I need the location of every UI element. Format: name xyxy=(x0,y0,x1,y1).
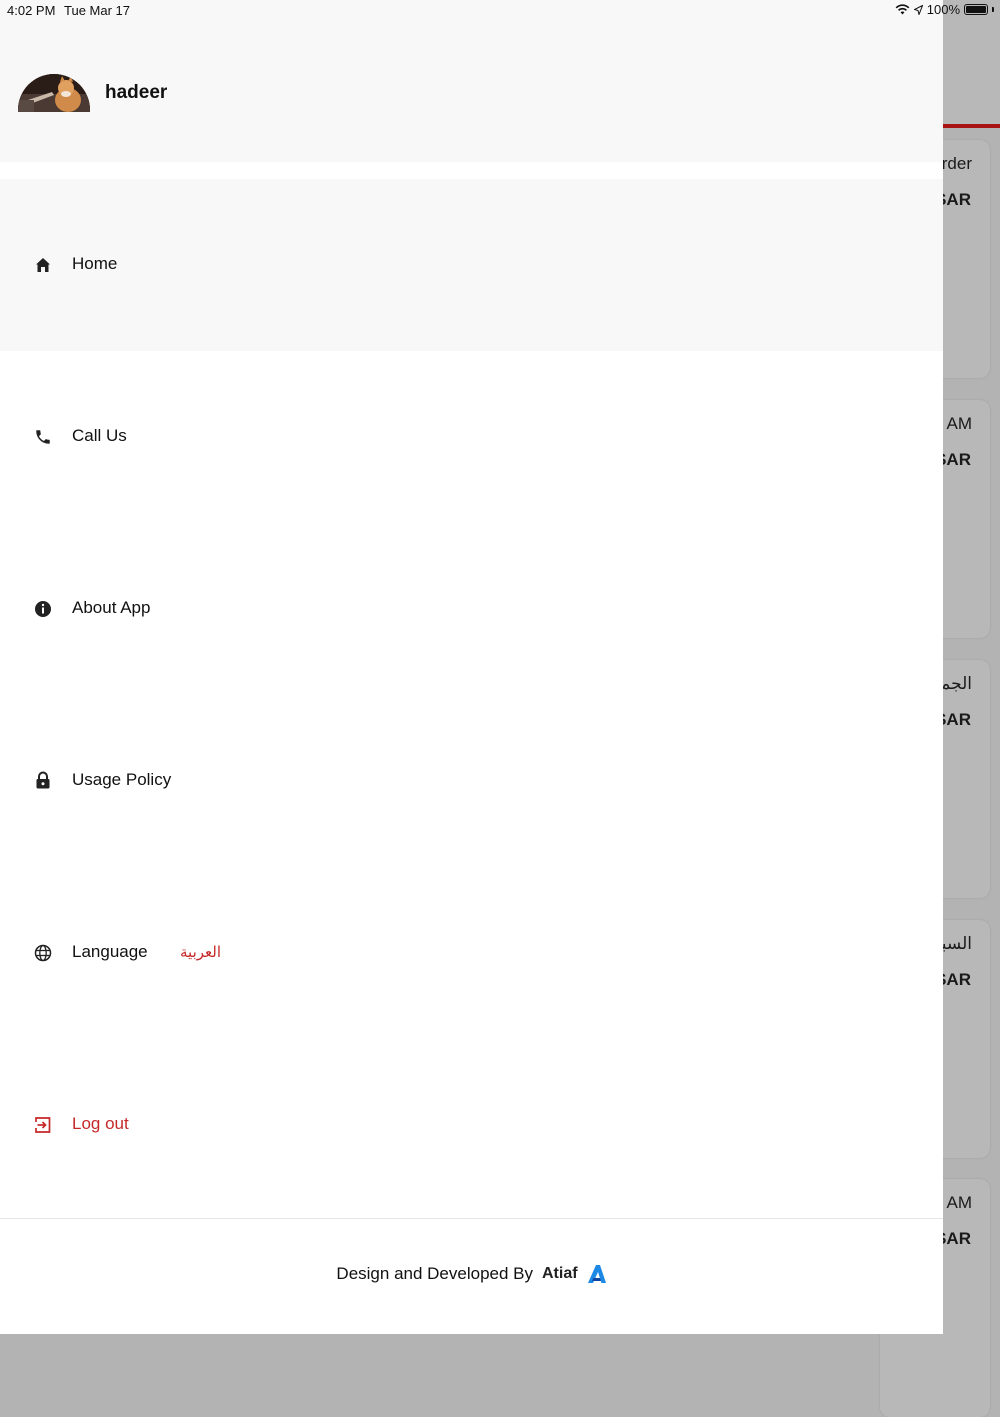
menu-item-language[interactable]: Language العربية xyxy=(0,867,943,1039)
status-bar: 4:02 PM Tue Mar 17 100% xyxy=(0,0,1000,22)
info-icon xyxy=(34,600,52,618)
battery-percent: 100% xyxy=(926,2,960,17)
menu-label-call-us: Call Us xyxy=(72,426,127,445)
menu-label-logout: Log out xyxy=(72,1114,129,1133)
status-indicators: 100% xyxy=(895,2,994,17)
menu-item-about-app[interactable]: About App xyxy=(0,523,943,695)
globe-icon xyxy=(34,944,52,962)
background-card-title: rder xyxy=(941,154,972,173)
phone-icon xyxy=(34,428,52,446)
battery-nub xyxy=(992,7,994,12)
footer-divider xyxy=(0,1218,943,1219)
status-time: 4:02 PM xyxy=(7,3,56,18)
battery-icon xyxy=(964,4,988,15)
background-card-title: AM xyxy=(946,414,973,433)
drawer-header: hadeer xyxy=(0,0,943,162)
home-icon xyxy=(34,256,52,274)
atiaf-logo-icon xyxy=(587,1264,607,1284)
menu-label-usage-policy: Usage Policy xyxy=(72,770,172,789)
status-date: Tue Mar 17 xyxy=(64,3,130,18)
language-switch-value[interactable]: العربية xyxy=(180,943,221,961)
footer-brand-name[interactable]: Atiaf xyxy=(542,1265,578,1283)
menu-label-language: Language xyxy=(72,942,148,961)
wifi-icon xyxy=(895,4,910,15)
menu-item-home[interactable]: Home xyxy=(0,179,943,351)
menu-label-home: Home xyxy=(72,254,118,273)
drawer-footer: Design and Developed By Atiaf xyxy=(0,1260,943,1288)
menu-label-about-app: About App xyxy=(72,598,151,617)
user-name: hadeer xyxy=(105,82,168,103)
location-arrow-icon xyxy=(913,4,923,15)
footer-credit-text: Design and Developed By xyxy=(336,1264,533,1283)
logout-icon xyxy=(34,1116,52,1134)
menu-item-usage-policy[interactable]: Usage Policy xyxy=(0,695,943,867)
lock-icon xyxy=(34,771,52,789)
background-card-title: AM xyxy=(946,1193,973,1212)
menu-item-call-us[interactable]: Call Us xyxy=(0,351,943,523)
side-drawer: hadeer Home Call Us About App Usage Poli… xyxy=(0,0,943,1334)
menu-item-logout[interactable]: Log out xyxy=(0,1039,943,1211)
avatar[interactable] xyxy=(18,74,90,112)
